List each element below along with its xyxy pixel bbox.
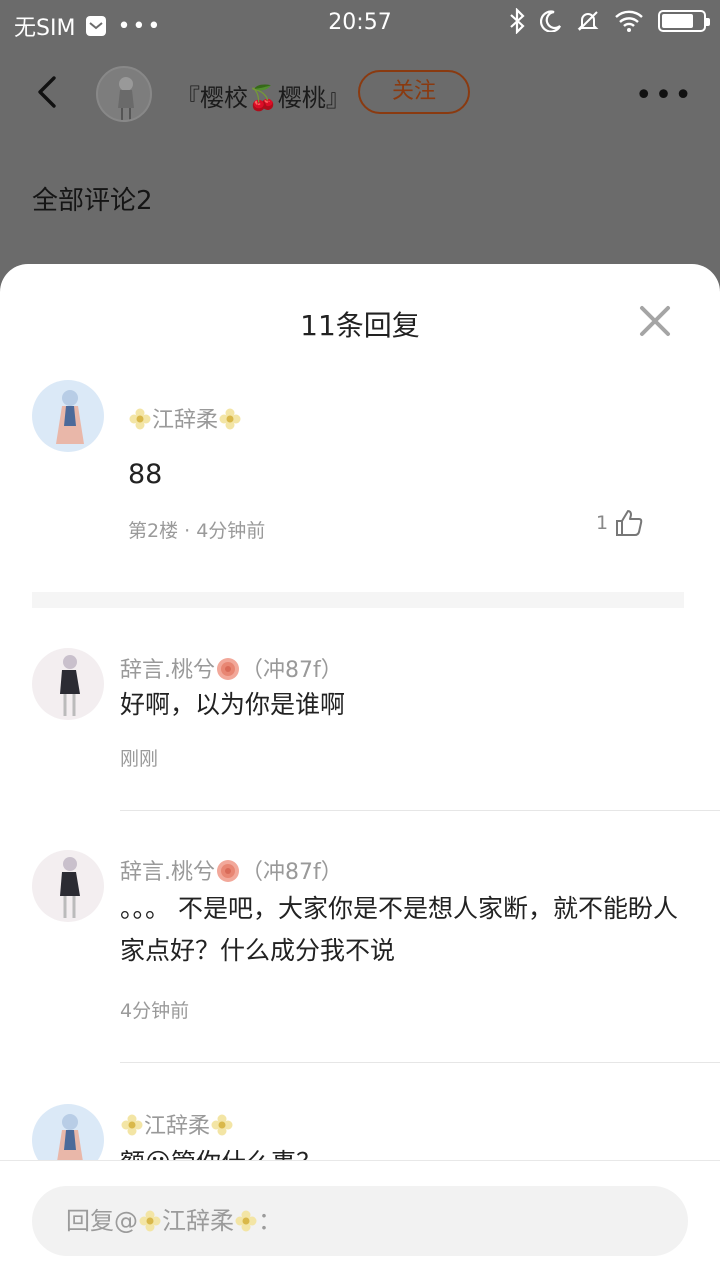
reply-input[interactable]: 回复@ 江辞柔 ： [32,1186,688,1256]
like-button[interactable]: 1 [596,508,644,538]
status-bar: 无SIM ••• 20:57 [0,0,720,48]
moon-icon [540,10,561,32]
reply-text: 好啊，以为你是谁啊 [120,690,346,719]
anime-figure-icon [56,390,84,444]
rose-icon [217,860,239,882]
reply-divider [120,810,720,811]
bluetooth-icon [510,8,525,34]
author-name[interactable]: 『樱校🍒樱桃』 [176,78,350,113]
reply-time: 4分钟前 [120,1000,190,1022]
flower-icon [235,1210,257,1232]
sheet-title: 11条回复 [300,309,420,342]
username-text: 辞言.桃兮 [120,860,215,885]
main-comment-username[interactable]: 江辞柔 [128,402,242,434]
reply-text: 。。。 不是吧，大家你是不是想人家断，就不能盼人家点好？什么成分我不说 [120,894,678,965]
anime-figure-icon [60,857,80,918]
reply-username[interactable]: 江辞柔 [120,1108,234,1140]
mute-bell-icon [577,11,599,31]
reply-time: 刚刚 [120,748,159,770]
section-divider [32,592,684,608]
user-tag: （冲87f） [241,658,343,683]
reply-placeholder-name: 江辞柔 [162,1207,234,1235]
top-bar: 『樱校🍒樱桃』 关注 ••• [0,52,720,132]
battery-level [662,14,694,28]
username-text: 江辞柔 [152,408,219,433]
anime-figure-icon [60,655,80,716]
rose-icon [217,658,239,680]
main-comment-text: 88 [128,459,163,490]
all-comments-heading: 全部评论2 [32,186,153,216]
like-count: 1 [596,512,609,534]
main-comment-meta: 第2楼 · 4分钟前 [128,520,266,542]
back-arrow-icon[interactable] [28,72,68,112]
wifi-icon [615,10,643,32]
reply-username[interactable]: 辞言.桃兮 （冲87f） [120,854,343,886]
thumbs-up-icon [616,510,643,536]
reply-divider [120,1062,720,1063]
close-icon[interactable] [638,304,672,338]
author-avatar[interactable] [96,66,152,122]
battery-icon [658,10,710,32]
main-comment-avatar[interactable] [32,380,104,452]
reply-placeholder-suffix: ： [258,1207,282,1235]
replies-sheet: 11条回复 江辞柔 88 第2楼 · 4分钟前 1 辞言.桃兮 （冲87f） 好啊… [0,264,720,1280]
flower-icon [219,408,241,430]
follow-button[interactable]: 关注 [358,70,470,114]
reply-placeholder-prefix: 回复@ [66,1207,138,1235]
reply-bar: 回复@ 江辞柔 ： [0,1160,720,1280]
flower-icon [121,1114,143,1136]
user-tag: （冲87f） [241,860,343,885]
more-options-icon[interactable]: ••• [635,78,694,113]
flower-icon [211,1114,233,1136]
reply-avatar[interactable] [32,648,104,720]
flower-icon [139,1210,161,1232]
reply-username[interactable]: 辞言.桃兮 （冲87f） [120,652,343,684]
username-text: 江辞柔 [144,1114,211,1139]
status-right [508,8,710,34]
flower-icon [129,408,151,430]
username-text: 辞言.桃兮 [120,658,215,683]
reply-avatar[interactable] [32,850,104,922]
anime-figure-icon [118,77,134,120]
